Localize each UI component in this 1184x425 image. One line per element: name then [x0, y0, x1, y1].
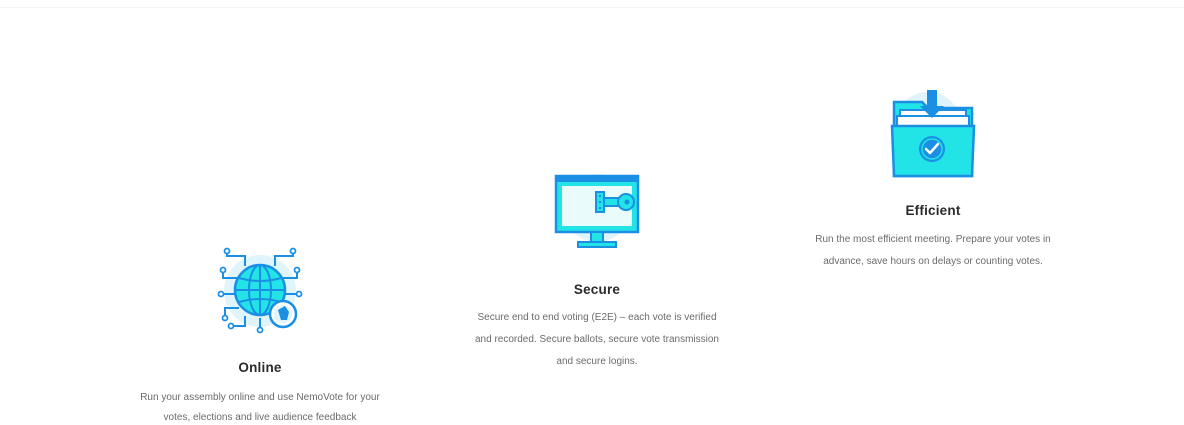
feature-description-line: and secure logins. — [556, 356, 638, 367]
monitor-key-icon — [552, 168, 642, 254]
feature-description-line: and recorded. Secure ballots, secure vot… — [474, 334, 719, 345]
feature-description-line: Run the most efficient meeting. Prepare … — [815, 234, 1051, 245]
feature-title: Efficient — [905, 203, 961, 218]
features-section: Online Run your assembly online and use … — [0, 0, 1184, 425]
feature-secure: Secure Secure end to end voting (E2E) – … — [437, 0, 757, 425]
feature-title: Online — [238, 360, 282, 375]
feature-description-line: advance, save hours on delays or countin… — [823, 256, 1043, 267]
globe-network-icon — [215, 246, 305, 336]
feature-description-line: Run your assembly online and use NemoVot… — [140, 392, 380, 403]
feature-description-line: votes, elections and live audience feedb… — [163, 412, 357, 423]
folder-download-check-icon — [888, 88, 978, 180]
feature-description-line: Secure end to end voting (E2E) – each vo… — [477, 312, 717, 323]
feature-online: Online Run your assembly online and use … — [100, 0, 420, 425]
feature-title: Secure — [573, 282, 621, 297]
feature-efficient: Efficient Run the most efficient meeting… — [773, 0, 1093, 425]
